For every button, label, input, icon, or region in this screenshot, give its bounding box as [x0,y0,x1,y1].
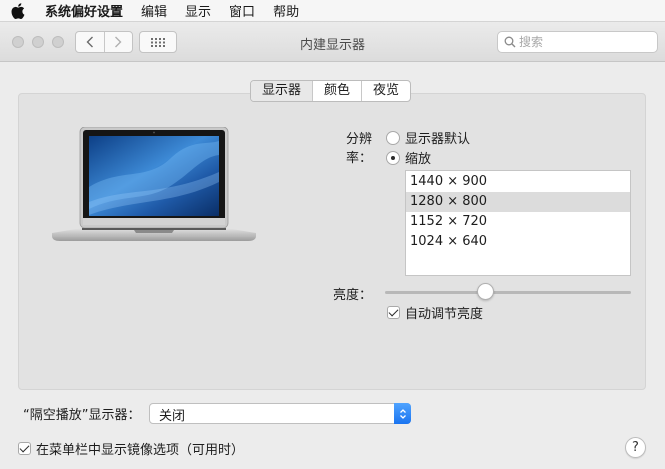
resolution-list[interactable]: 1440 × 900 1280 × 800 1152 × 720 1024 × … [405,170,631,276]
laptop-image [52,127,256,241]
resolution-option[interactable]: 1440 × 900 [406,172,630,192]
apple-logo-icon [11,2,25,19]
mirror-option-checkbox[interactable] [18,442,31,455]
grid-icon [151,37,165,47]
auto-brightness-checkbox[interactable] [387,306,400,319]
airplay-display-popup[interactable]: 关闭 [149,403,411,424]
window-toolbar: 内建显示器 [0,22,665,62]
brightness-slider[interactable] [385,283,631,301]
back-forward-group [75,31,133,53]
radio-scaled-label: 缩放 [405,152,432,167]
tab-bar: 显示器 颜色 夜览 [250,80,412,102]
auto-brightness-label: 自动调节亮度 [405,307,484,322]
menu-view[interactable]: 显示 [176,1,220,20]
mirror-option-row[interactable]: 在菜单栏中显示镜像选项（可用时） [18,439,244,458]
menu-edit[interactable]: 编辑 [132,1,176,20]
mirror-option-label: 在菜单栏中显示镜像选项（可用时） [36,443,245,458]
apple-menu[interactable] [0,2,36,19]
back-button[interactable] [76,32,104,52]
tab-night-shift[interactable]: 夜览 [361,81,410,101]
forward-button[interactable] [103,32,133,52]
menu-app-name[interactable]: 系统偏好设置 [36,1,132,20]
updown-chevron-icon [399,408,406,419]
brightness-label: 亮度： [332,288,372,303]
chevron-right-icon [115,36,122,48]
airplay-display-value: 关闭 [159,409,186,424]
resolution-option[interactable]: 1280 × 800 [406,192,630,212]
close-window-button[interactable] [12,36,24,48]
radio-scaled[interactable] [386,150,400,165]
resolution-label: 分辨率： [345,132,372,166]
help-button[interactable]: ? [625,437,646,458]
radio-default[interactable] [386,130,400,145]
show-all-button[interactable] [139,31,177,53]
popup-stepper[interactable] [394,403,411,424]
search-icon [504,36,516,48]
menu-bar: 系统偏好设置 编辑 显示 窗口 帮助 [0,0,665,22]
radio-scaled-row[interactable]: 缩放 [386,148,431,167]
auto-brightness-row[interactable]: 自动调节亮度 [387,303,483,322]
search-input[interactable] [519,35,649,49]
resolution-option[interactable]: 1152 × 720 [406,212,630,232]
zoom-window-button[interactable] [52,36,64,48]
radio-default-row[interactable]: 显示器默认 [386,128,470,147]
menu-help[interactable]: 帮助 [264,1,308,20]
brightness-slider-track [385,291,631,294]
tab-display[interactable]: 显示器 [251,81,313,101]
chevron-left-icon [86,36,93,48]
resolution-option[interactable]: 1024 × 640 [406,232,630,252]
menu-window[interactable]: 窗口 [220,1,264,20]
minimize-window-button[interactable] [32,36,44,48]
tab-color[interactable]: 颜色 [312,81,361,101]
airplay-display-label: “隔空播放”显示器： [23,408,141,423]
search-field[interactable] [497,31,658,53]
radio-default-label: 显示器默认 [405,132,471,147]
brightness-slider-knob[interactable] [476,283,494,300]
